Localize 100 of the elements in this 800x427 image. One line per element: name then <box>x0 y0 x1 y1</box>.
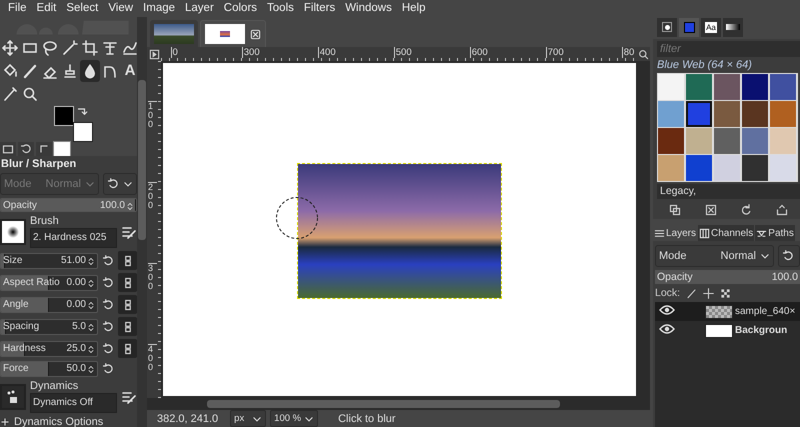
section-header[interactable]: Dynamics Options <box>14 416 104 427</box>
menu-item[interactable]: Help <box>396 0 431 17</box>
tool-button[interactable] <box>80 60 100 82</box>
pattern-swatch[interactable] <box>770 74 796 100</box>
pattern-swatch[interactable] <box>658 128 684 154</box>
mode-dropdown[interactable]: Mode Normal <box>655 245 774 267</box>
pattern-swatch[interactable] <box>714 101 740 127</box>
dock-tab[interactable] <box>723 18 743 36</box>
menu-item[interactable]: File <box>3 0 32 17</box>
value-slider[interactable]: Aspect Ratio 0.00 <box>0 274 98 290</box>
brush-thumbnail <box>662 22 672 32</box>
scrollbar[interactable] <box>147 398 650 410</box>
reset-dropdown[interactable] <box>778 245 800 267</box>
pattern-swatch[interactable] <box>658 74 684 100</box>
pattern-swatch[interactable] <box>686 155 712 181</box>
reset-dropdown[interactable] <box>103 173 137 195</box>
dynamics-preview[interactable] <box>0 384 26 410</box>
eye-icon[interactable] <box>659 324 675 334</box>
pattern-swatch[interactable] <box>742 101 768 127</box>
tag-field[interactable]: Legacy, <box>657 184 800 199</box>
menu-item[interactable]: Tools <box>262 0 299 17</box>
pattern-thumbnail <box>684 22 694 32</box>
panel-tab[interactable] <box>0 142 16 156</box>
spin-arrows-icon <box>126 201 134 211</box>
scrollbar[interactable] <box>137 17 147 427</box>
foreground-color-swatch[interactable] <box>54 106 74 126</box>
pattern-swatch[interactable] <box>714 128 740 154</box>
brush-preview[interactable] <box>0 218 26 244</box>
spin-arrows-icon <box>87 344 95 354</box>
image-tab[interactable] <box>150 20 198 47</box>
pattern-name: Blue Web (64 × 64) <box>657 59 753 71</box>
dynamics-field[interactable]: Dynamics Off <box>30 393 117 413</box>
ruler-label: 80 <box>622 47 634 58</box>
link-button[interactable] <box>118 295 137 314</box>
unit-dropdown[interactable]: px <box>230 410 266 427</box>
pattern-swatch[interactable] <box>770 155 796 181</box>
opacity-slider[interactable]: Opacity 100.0 <box>655 270 800 284</box>
pattern-swatch[interactable] <box>742 74 768 100</box>
menu-item[interactable]: Colors <box>218 0 262 17</box>
ruler-label: 400 <box>318 47 336 58</box>
link-button[interactable] <box>118 251 137 270</box>
canvas[interactable] <box>163 63 636 396</box>
reset-icon <box>102 276 114 288</box>
delete-icon <box>704 204 717 216</box>
menu-item[interactable]: Image <box>138 0 180 17</box>
menu-item[interactable]: Layer <box>180 0 219 17</box>
value-slider[interactable]: Spacing 5.0 <box>0 318 98 334</box>
ruler-label: 600 <box>470 47 488 58</box>
pattern-swatch[interactable] <box>742 128 768 154</box>
zoom-dropdown[interactable]: 100 % <box>270 410 318 427</box>
panel-tab[interactable]: Channels <box>698 225 754 241</box>
pattern-swatch[interactable] <box>658 155 684 181</box>
eye-icon[interactable] <box>659 305 675 315</box>
pattern-swatch[interactable] <box>770 101 796 127</box>
pattern-swatch[interactable] <box>686 128 712 154</box>
layer-row[interactable]: sample_640× <box>655 302 800 321</box>
pattern-swatch[interactable] <box>714 155 740 181</box>
pattern-swatch[interactable] <box>658 101 684 127</box>
value-slider[interactable]: Hardness 25.0 <box>0 340 98 356</box>
layer-row[interactable]: Backgroun <box>655 321 800 340</box>
image-thumbnail <box>205 24 245 44</box>
dock-tab[interactable] <box>657 18 677 36</box>
image-tab[interactable] <box>200 20 266 47</box>
value-slider[interactable]: Angle 0.00 <box>0 296 98 312</box>
panel-tab[interactable]: Paths <box>755 225 795 241</box>
panel-tab[interactable] <box>36 142 52 156</box>
pattern-swatch[interactable] <box>714 74 740 100</box>
checker-icon <box>720 288 732 298</box>
pattern-swatch[interactable] <box>686 74 712 100</box>
menu-item[interactable]: Select <box>61 0 104 17</box>
brush-field[interactable]: 2. Hardness 025 <box>30 228 117 248</box>
pattern-swatch[interactable] <box>742 155 768 181</box>
link-button[interactable] <box>118 273 137 292</box>
ruler-label: 400 <box>148 344 157 372</box>
layers-icon <box>654 228 665 238</box>
value-slider[interactable]: Force 50.0 <box>0 361 98 377</box>
spin-arrows-icon <box>87 278 95 288</box>
pattern-swatch[interactable] <box>770 128 796 154</box>
menu-item[interactable]: View <box>103 0 138 17</box>
spin-arrows-icon <box>87 300 95 310</box>
move-icon <box>703 288 714 298</box>
menu-item[interactable]: Filters <box>298 0 340 17</box>
menu-item[interactable]: Edit <box>32 0 62 17</box>
tool-button[interactable]: A <box>120 60 140 82</box>
value-slider[interactable]: Size 51.00 <box>0 252 98 268</box>
pattern-swatch[interactable] <box>686 101 712 127</box>
panel-tab[interactable] <box>18 142 34 156</box>
filter-field[interactable]: filter <box>657 41 800 57</box>
menu-item[interactable]: Windows <box>340 0 397 17</box>
link-button[interactable] <box>118 317 137 336</box>
reset-icon <box>782 250 794 262</box>
opacity-slider[interactable]: Opacity 100.0 <box>0 198 137 212</box>
link-button[interactable] <box>118 339 137 358</box>
background-color-swatch[interactable] <box>73 122 93 142</box>
refresh-icon <box>740 204 752 216</box>
dock-tab[interactable]: Aa <box>701 18 721 36</box>
drop-icon <box>82 62 98 79</box>
options-icon <box>2 143 14 155</box>
swap-arrow-icon <box>77 106 89 118</box>
duplicate-icon <box>668 204 681 216</box>
